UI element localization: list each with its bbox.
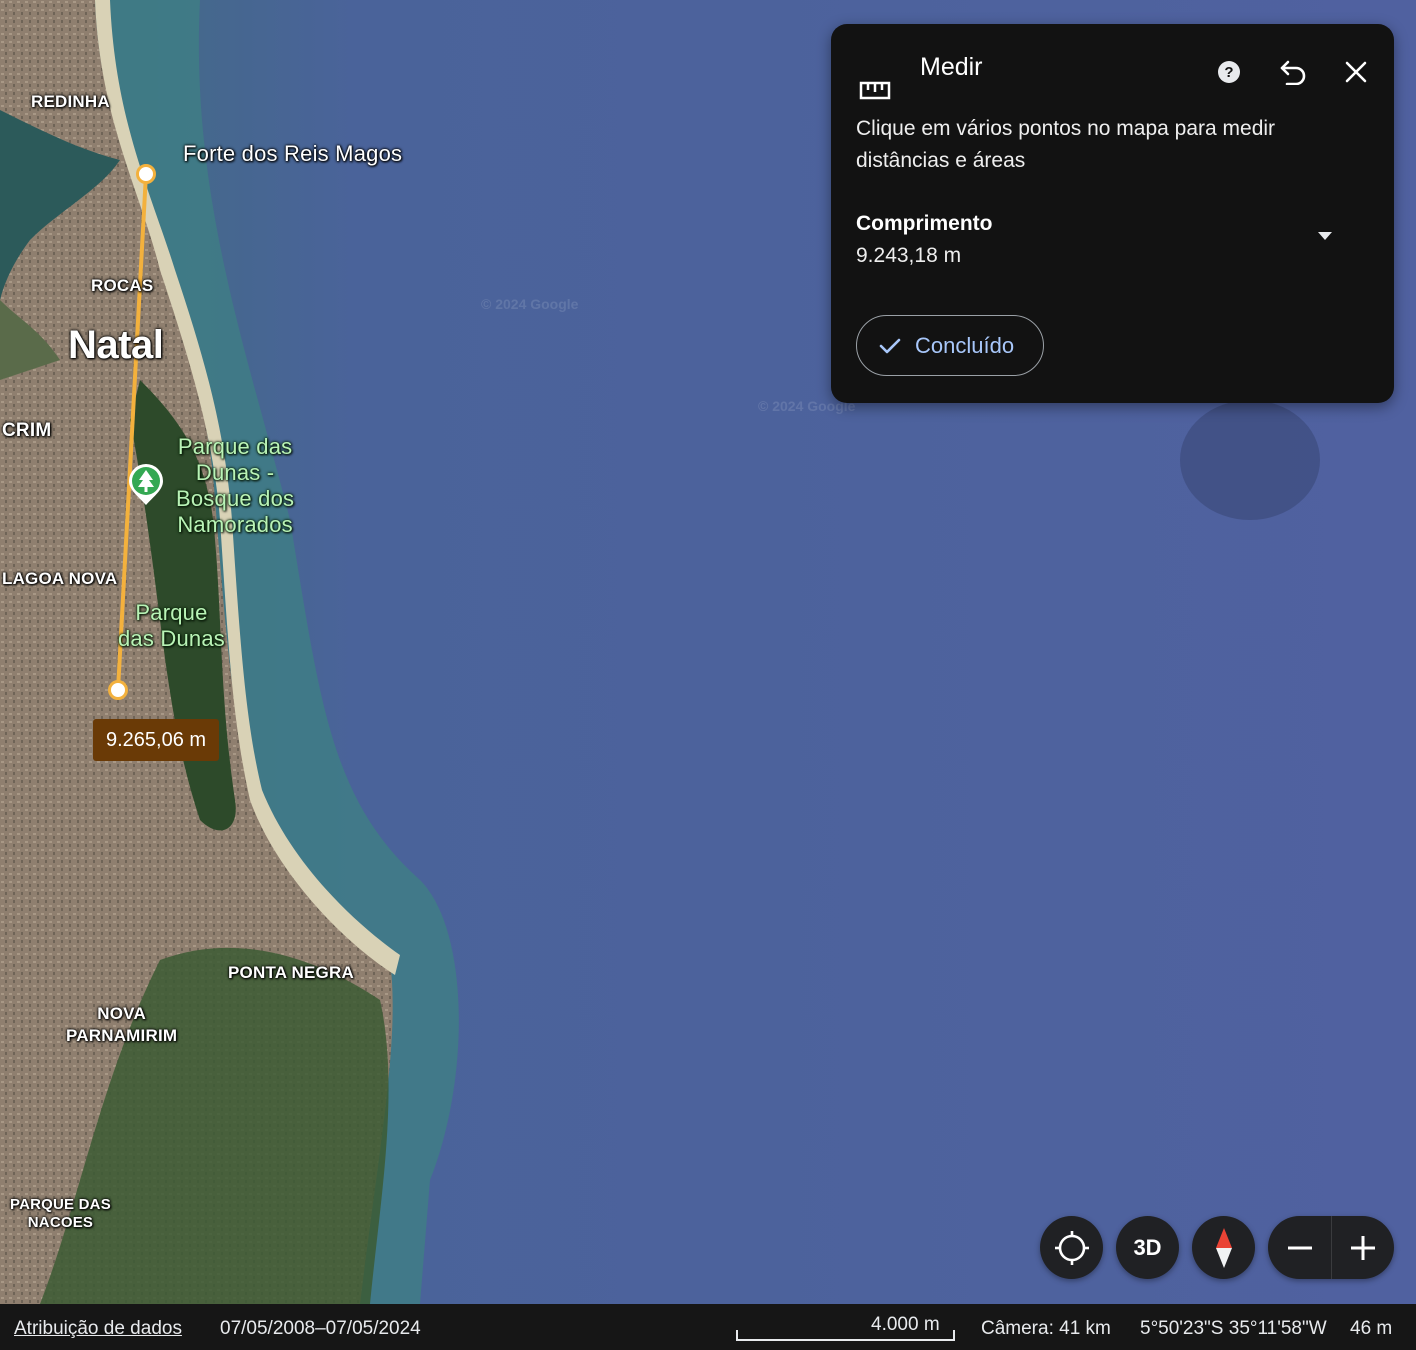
measure-panel: Medir ? Clique em vários pontos no mapa … (831, 24, 1394, 403)
svg-text:?: ? (1224, 64, 1233, 81)
close-icon (1345, 61, 1367, 83)
place-label: PARQUE DAS NACOES (10, 1196, 111, 1231)
city-label: Natal (68, 323, 164, 367)
place-label: NOVA PARNAMIRIM (66, 1004, 178, 1046)
undo-icon (1280, 60, 1306, 85)
place-label: LAGOA NOVA (2, 569, 118, 588)
done-button[interactable]: Concluído (856, 315, 1044, 376)
close-button[interactable] (1336, 52, 1376, 92)
measure-point-start[interactable] (136, 164, 156, 184)
status-bar: Atribuição de dados 07/05/2008–07/05/202… (0, 1304, 1416, 1350)
scale-bar (736, 1330, 955, 1341)
cursor-elevation: 46 m (1350, 1318, 1393, 1339)
my-location-button[interactable] (1040, 1216, 1103, 1279)
unit-dropdown[interactable] (1307, 218, 1343, 254)
poi-label-parque-dunas[interactable]: Parque das Dunas (118, 600, 225, 652)
imagery-date-range: 07/05/2008–07/05/2024 (220, 1318, 421, 1339)
my-location-icon (1054, 1230, 1089, 1265)
help-icon: ? (1218, 61, 1240, 83)
length-value: 9.243,18 m (856, 244, 962, 267)
3d-label: 3D (1133, 1234, 1162, 1260)
zoom-controls (1268, 1216, 1394, 1279)
zoom-in-button[interactable] (1332, 1216, 1394, 1279)
compass-icon (1215, 1227, 1232, 1268)
caret-down-icon (1318, 232, 1332, 240)
done-button-label: Concluído (915, 332, 1015, 358)
zoom-out-button[interactable] (1268, 1216, 1331, 1279)
camera-altitude: Câmera: 41 km (981, 1318, 1111, 1339)
minus-icon (1287, 1246, 1312, 1249)
ruler-icon (859, 81, 891, 100)
place-label: CRIM (2, 420, 52, 441)
place-label: ROCAS (91, 276, 154, 295)
cursor-coordinates: 5°50'23"S 35°11'58"W (1140, 1318, 1327, 1339)
check-icon (879, 337, 901, 355)
measure-point-end[interactable] (108, 680, 128, 700)
length-title: Comprimento (856, 212, 993, 235)
measurement-distance-label: 9.265,06 m (93, 719, 220, 761)
poi-label-forte[interactable]: Forte dos Reis Magos (183, 143, 402, 165)
compass-button[interactable] (1192, 1216, 1255, 1279)
park-pin-icon[interactable] (128, 464, 164, 506)
3d-toggle-button[interactable]: 3D (1116, 1216, 1179, 1279)
data-attribution-link[interactable]: Atribuição de dados (14, 1318, 182, 1340)
panel-title: Medir (920, 53, 983, 81)
measure-instructions: Clique em vários pontos no mapa para med… (856, 117, 1276, 172)
help-button[interactable]: ? (1209, 52, 1249, 92)
place-label: REDINHA (31, 92, 110, 111)
place-label: PONTA NEGRA (228, 963, 354, 982)
plus-icon (1351, 1235, 1375, 1260)
poi-label-parque-bosque[interactable]: Parque das Dunas - Bosque dos Namorados (176, 434, 294, 538)
undo-button[interactable] (1273, 52, 1313, 92)
